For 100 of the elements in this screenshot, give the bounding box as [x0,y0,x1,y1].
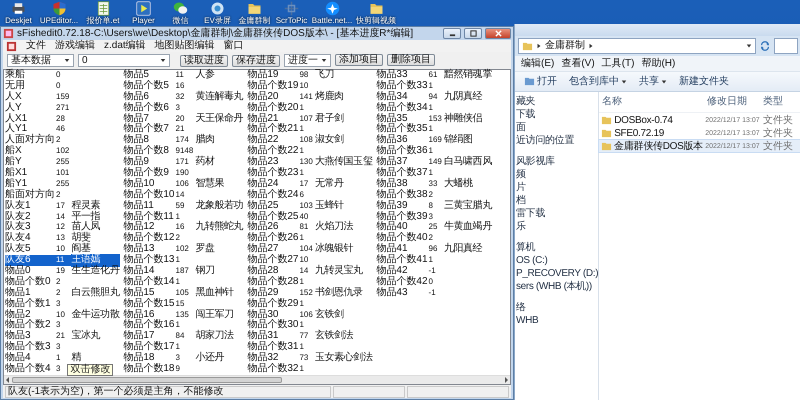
row-value[interactable]: 17 [299,178,315,190]
nav-item[interactable]: WHB [515,314,598,327]
row-value[interactable]: -1 [428,288,444,299]
row-label[interactable]: 物品个数1 [5,298,56,310]
row-label[interactable]: 无用 [5,80,56,92]
row-label[interactable]: 物品个数3 [5,342,56,354]
row-label[interactable]: 物品个数13 [123,255,176,266]
item-name[interactable]: 白马啸西风 [444,157,493,168]
row-value[interactable]: 81 [299,222,315,234]
row-label[interactable]: 物品20 [247,92,300,103]
nav-item[interactable]: 频 [515,168,598,181]
row-value[interactable]: 10 [299,255,315,266]
row-value[interactable]: 20 [176,114,196,124]
row-value[interactable]: 25 [428,222,444,234]
row-label[interactable]: 物品个数28 [247,276,300,288]
row-label[interactable]: 物品21 [247,114,300,124]
row-value[interactable]: 2 [56,288,72,299]
row-label[interactable]: 乘船 [5,70,56,81]
row-value[interactable]: 19 [56,266,72,277]
row-label[interactable]: 物品个数33 [376,80,429,92]
row-value[interactable]: 135 [176,310,196,320]
row-label[interactable]: 物品24 [247,178,300,190]
row-value[interactable]: 1 [56,353,72,364]
row-value[interactable]: 1 [176,276,196,288]
row-value[interactable]: 8 [428,200,444,212]
nav-item[interactable]: 络 [515,301,598,314]
row-value[interactable]: 1 [428,255,444,266]
row-label[interactable]: 物品个数14 [123,276,176,288]
row-value[interactable]: 101 [56,168,72,179]
row-label[interactable]: 物品个数22 [247,146,300,158]
row-value[interactable]: 1 [428,124,444,136]
data-type-dropdown[interactable]: 基本数据 [7,54,74,67]
row-label[interactable]: 物品个数37 [376,168,429,179]
item-name[interactable]: 智慧果 [195,178,244,190]
item-name[interactable]: 神雕侠侣 [444,114,493,124]
row-value[interactable]: 98 [299,70,315,81]
row-label[interactable]: 物品34 [376,92,429,103]
column-header[interactable]: 类型 [760,96,792,108]
desktop-shortcut[interactable]: 金庸群制 [236,1,273,26]
row-value[interactable]: 10 [56,310,72,320]
desktop-shortcut[interactable]: UPEditor... [37,1,81,26]
nav-item[interactable]: 近访问的位置 [515,134,598,147]
row-label[interactable]: 物品个数41 [376,255,429,266]
nav-item[interactable]: sers (WHB (本机)) [515,280,598,293]
item-name[interactable]: 九阴真经 [444,92,493,103]
row-value[interactable]: 104 [299,244,315,256]
row-label[interactable]: 物品个数18 [123,364,176,375]
row-label[interactable]: 物品个数16 [123,320,176,332]
row-label[interactable]: 物品个数17 [123,342,176,354]
item-name[interactable]: 胡家刀法 [195,331,244,342]
row-value[interactable]: 6 [299,190,315,201]
item-name[interactable]: 君子剑 [314,114,374,124]
item-name[interactable]: 白云熊胆丸 [71,288,120,299]
row-value[interactable]: 141 [299,92,315,103]
item-name[interactable]: 火焰刀法 [314,222,374,234]
menu-item[interactable]: 查看(V) [561,57,595,70]
item-name[interactable]: 黑血神针 [195,288,244,299]
row-label[interactable]: 物品15 [123,288,176,299]
row-value[interactable]: 1 [299,320,315,332]
row-label[interactable]: 队友4 [5,233,56,244]
row-value[interactable]: 1 [299,276,315,288]
row-value[interactable]: 1 [176,320,196,332]
row-value[interactable]: 10 [299,80,315,92]
item-name[interactable]: 淑女剑 [314,135,374,146]
row-value[interactable]: 77 [299,331,315,342]
desktop-shortcut[interactable]: 报价单.et [81,1,125,26]
row-label[interactable]: 船Y [5,157,56,168]
item-name[interactable]: 金牛运功散 [71,310,120,320]
item-name[interactable]: 冰魄银针 [314,244,374,256]
column-header[interactable]: 名称 [599,96,704,108]
desktop-shortcut[interactable]: Player [125,1,162,26]
item-name[interactable]: 精 [71,353,120,364]
item-name[interactable]: 程灵素 [71,200,120,212]
row-value[interactable]: 9 [176,364,196,375]
row-value[interactable]: 0 [56,80,72,92]
row-value[interactable]: 13 [56,233,72,244]
row-label[interactable]: 人X [5,92,56,103]
row-label[interactable]: 物品个数38 [376,190,429,201]
row-label[interactable]: 物品17 [123,331,176,342]
item-name[interactable]: 九转熊蛇丸 [195,222,244,234]
nav-item[interactable]: 档 [515,194,598,207]
row-value[interactable]: -1 [428,266,444,277]
row-value[interactable]: 1 [299,168,315,179]
row-value[interactable]: 3 [428,212,444,222]
row-label[interactable]: 物品35 [376,114,429,124]
row-label[interactable]: 队友3 [5,222,56,234]
row-value[interactable]: 0 [56,70,72,81]
row-value[interactable]: 255 [56,157,72,168]
row-value[interactable]: 1 [299,342,315,354]
row-value[interactable]: 61 [428,70,444,81]
row-label[interactable]: 队友2 [5,212,56,222]
row-label[interactable]: 物品33 [376,70,429,81]
menu-item[interactable]: 地图贴图编辑 [154,40,215,52]
row-value[interactable]: 102 [56,146,72,158]
row-value[interactable]: 59 [176,200,196,212]
item-name[interactable]: 玄铁剑 [314,310,374,320]
row-label[interactable]: 物品0 [5,266,56,277]
nav-item[interactable]: 雷下载 [515,207,598,220]
row-label[interactable]: 人X1 [5,114,56,124]
row-label[interactable]: 物品个数2 [5,320,56,332]
